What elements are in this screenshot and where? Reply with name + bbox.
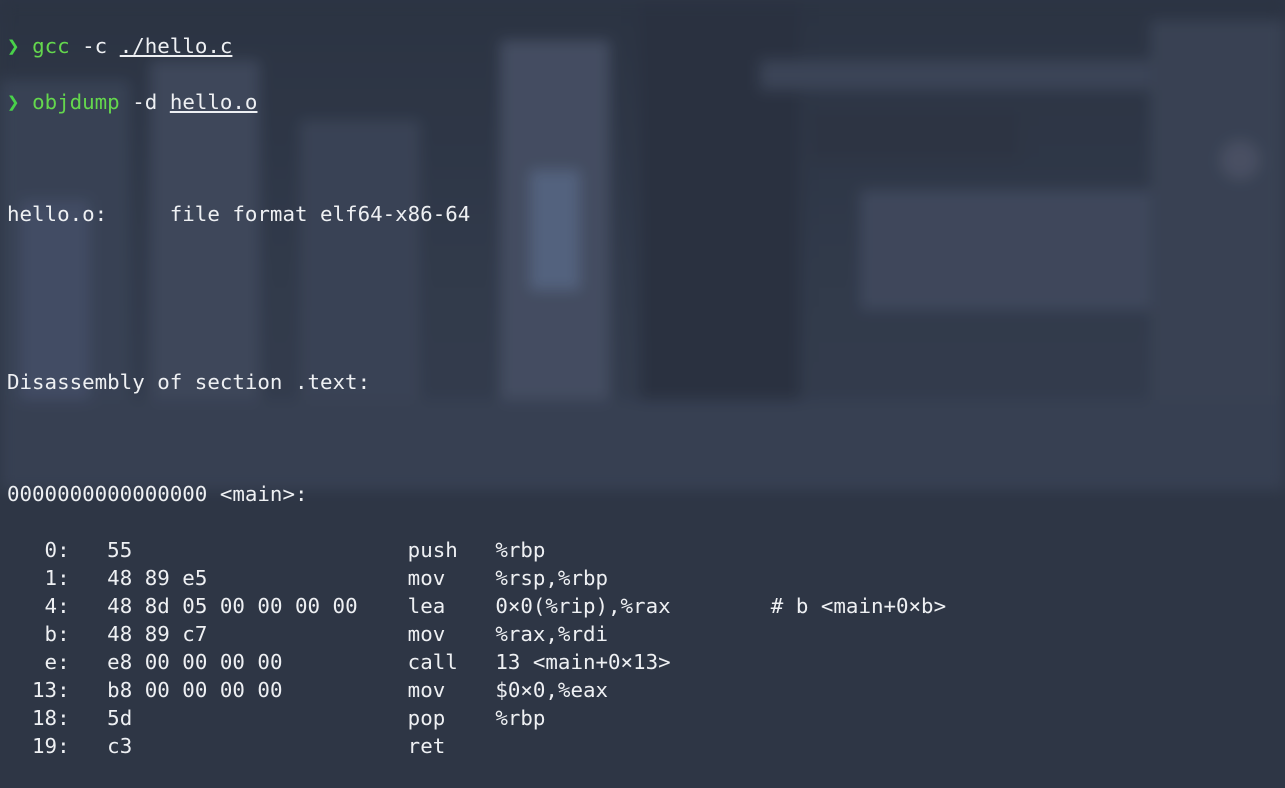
instruction-mnemonic: mov	[407, 678, 496, 702]
instruction-row: 19: c3 ret	[7, 732, 946, 760]
instruction-address: 1:	[7, 566, 108, 590]
instruction-address: 13:	[7, 678, 108, 702]
instruction-operands: 0×0(%rip),%rax	[495, 594, 771, 618]
file-path-link[interactable]: hello.o	[170, 90, 258, 114]
instruction-address: 19:	[7, 734, 108, 758]
instruction-row: 4: 48 8d 05 00 00 00 00 lea 0×0(%rip),%r…	[7, 592, 947, 620]
prompt-chevron-icon: ❯	[7, 34, 20, 58]
instruction-bytes: b8 00 00 00 00	[107, 678, 408, 702]
command-name: gcc	[32, 34, 70, 58]
prompt-chevron-icon: ❯	[7, 90, 20, 114]
instruction-bytes: 48 89 e5	[107, 566, 408, 590]
instruction-address: e:	[7, 650, 108, 674]
instruction-row: b: 48 89 c7 mov %rax,%rdi	[7, 620, 946, 648]
instruction-address: 18:	[7, 706, 108, 730]
terminal-output: ❯ gcc -c ./hello.c ❯ objdump -d hello.o …	[7, 4, 946, 788]
instruction-bytes: e8 00 00 00 00	[107, 650, 408, 674]
instruction-operands: %rax,%rdi	[495, 622, 609, 646]
instruction-address: 4:	[7, 594, 108, 618]
instruction-operands: %rbp	[495, 538, 546, 562]
instruction-operands: %rsp,%rbp	[495, 566, 609, 590]
symbol-label: 0000000000000000 <main>:	[7, 482, 308, 506]
instruction-bytes: 48 89 c7	[107, 622, 408, 646]
instruction-bytes: 55	[107, 538, 408, 562]
instruction-mnemonic: push	[407, 538, 496, 562]
file-path-link[interactable]: ./hello.c	[120, 34, 233, 58]
command-line: ❯ objdump -d hello.o	[7, 88, 946, 116]
instruction-address: 0:	[7, 538, 108, 562]
instruction-mnemonic: ret	[407, 734, 496, 758]
command-args: -c	[69, 34, 120, 58]
instruction-operands: 13 <main+0×13>	[495, 650, 671, 674]
instruction-bytes: 5d	[107, 706, 408, 730]
instruction-mnemonic: lea	[407, 594, 496, 618]
instruction-row: 13: b8 00 00 00 00 mov $0×0,%eax	[7, 676, 946, 704]
instruction-row: 18: 5d pop %rbp	[7, 704, 946, 732]
instruction-bytes: c3	[107, 734, 408, 758]
command-args: -d	[119, 90, 170, 114]
instruction-row: 1: 48 89 e5 mov %rsp,%rbp	[7, 564, 946, 592]
instruction-operands: %rbp	[495, 706, 546, 730]
instruction-row: 0: 55 push %rbp	[7, 536, 946, 564]
instruction-mnemonic: mov	[407, 566, 496, 590]
file-format-line: hello.o: file format elf64-x86-64	[7, 202, 471, 226]
instruction-mnemonic: mov	[407, 622, 496, 646]
instruction-mnemonic: pop	[407, 706, 496, 730]
instruction-operands: $0×0,%eax	[495, 678, 609, 702]
instruction-comment: # b <main+0×b>	[770, 594, 947, 618]
instruction-list: 0: 55 push %rbp 1: 48 89 e5 mov %rsp,%rb…	[7, 536, 946, 760]
command-line: ❯ gcc -c ./hello.c	[7, 32, 946, 60]
instruction-mnemonic: call	[407, 650, 496, 674]
instruction-bytes: 48 8d 05 00 00 00 00	[107, 594, 408, 618]
section-header: Disassembly of section .text:	[7, 370, 371, 394]
instruction-row: e: e8 00 00 00 00 call 13 <main+0×13>	[7, 648, 946, 676]
command-name: objdump	[32, 90, 120, 114]
instruction-address: b:	[7, 622, 108, 646]
